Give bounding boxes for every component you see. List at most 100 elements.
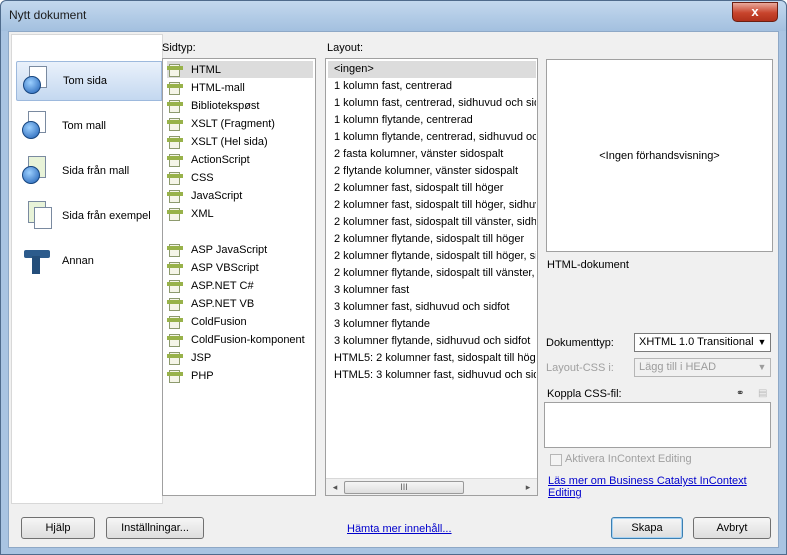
doctype-select[interactable]: XHTML 1.0 Transitional ▼ [634,333,771,352]
document-icon [167,63,183,77]
list-item[interactable]: 2 kolumner fast, sidospalt till höger, s… [328,197,536,214]
learn-more-link-cont[interactable]: Editing [548,487,582,499]
document-icon [167,189,183,203]
attach-css-label: Koppla CSS-fil: [547,388,622,400]
document-icon [167,81,183,95]
document-icon [167,135,183,149]
list-item[interactable]: HTML [167,61,313,78]
document-icon [167,315,183,329]
document-icon [167,297,183,311]
document-icon [167,99,183,113]
list-item[interactable]: HTML-mall [167,79,313,96]
list-item[interactable]: ASP.NET C# [167,277,313,294]
category-blank-template[interactable]: Tom mall [16,106,162,146]
list-item[interactable]: 1 kolumn flytande, centrerad, sidhuvud o… [328,129,536,146]
category-page-from-template[interactable]: Sida från mall [16,151,162,191]
scroll-left-icon[interactable]: ◂ [328,481,342,494]
list-item-label: ColdFusion [191,315,247,328]
layout-css-select[interactable]: Lägg till i HEAD ▼ [634,358,771,377]
preview-panel: <Ingen förhandsvisning> [546,59,773,252]
document-icon [167,351,183,365]
page-type-list[interactable]: HTML HTML-mall Bibliotekspøst XSLT (Frag… [162,58,316,496]
scrollbar-thumb[interactable]: III [344,481,464,494]
list-item[interactable]: ASP VBScript [167,259,313,276]
document-icon [167,171,183,185]
list-item-label: PHP [191,369,214,382]
list-item[interactable]: CSS [167,169,313,186]
list-item[interactable]: ColdFusion [167,313,313,330]
list-item[interactable]: 3 kolumner flytande, sidhuvud och sidfot [328,333,536,350]
document-icon [167,369,183,383]
document-icon [167,333,183,347]
create-button[interactable]: Skapa [611,517,683,539]
document-icon [167,117,183,131]
cancel-button[interactable]: Avbryt [693,517,771,539]
list-item-label: ASP JavaScript [191,243,268,256]
incontext-checkbox[interactable] [550,454,562,466]
list-item-label: XML [191,207,214,220]
list-item-label: CSS [191,171,214,184]
document-icon [167,153,183,167]
list-item[interactable]: 1 kolumn fast, centrerad [328,78,536,95]
document-icon [167,279,183,293]
blank-template-icon [22,111,54,141]
preferences-button[interactable]: Inställningar... [106,517,204,539]
list-item[interactable]: HTML5: 3 kolumner fast, sidhuvud och sid… [328,367,536,384]
get-more-content-link[interactable]: Hämta mer innehåll... [347,523,452,535]
list-item[interactable]: 2 kolumner fast, sidospalt till vänster,… [328,214,536,231]
document-icon [167,207,183,221]
learn-more-link[interactable]: Läs mer om Business Catalyst InContext [548,475,747,487]
chevron-down-icon: ▼ [757,362,767,372]
doctype-label: Dokumenttyp: [546,337,614,349]
attached-css-list[interactable] [544,402,771,448]
document-icon [167,261,183,275]
delete-icon[interactable]: ▤ [758,389,772,399]
layout-css-value: Lägg till i HEAD [639,361,717,373]
list-item[interactable]: XSLT (Fragment) [167,115,313,132]
layout-list[interactable]: <ingen> 1 kolumn fast, centrerad 1 kolum… [325,58,538,496]
list-item[interactable]: ASP.NET VB [167,295,313,312]
list-item-label: HTML [191,63,221,76]
list-item-label: ASP VBScript [191,261,259,274]
list-item-label: HTML-mall [191,81,245,94]
list-item[interactable]: <ingen> [328,61,536,78]
list-item[interactable]: 2 fasta kolumner, vänster sidospalt [328,146,536,163]
category-page-from-sample[interactable]: Sida från exempel [16,196,162,236]
list-item[interactable]: XSLT (Hel sida) [167,133,313,150]
list-item[interactable]: 3 kolumner fast, sidhuvud och sidfot [328,299,536,316]
category-other[interactable]: Annan [16,241,162,281]
link-chain-icon[interactable]: ⚭ [736,389,750,399]
list-item[interactable]: 1 kolumn fast, centrerad, sidhuvud och s… [328,95,536,112]
scroll-right-icon[interactable]: ▸ [521,481,535,494]
list-item[interactable]: PHP [167,367,313,384]
list-item[interactable]: Bibliotekspøst [167,97,313,114]
new-document-dialog: Nytt dokument x Tom sida Tom mall Sida f… [0,0,787,555]
close-button[interactable]: x [732,2,778,22]
list-item[interactable]: 1 kolumn flytande, centrerad [328,112,536,129]
list-item[interactable]: JSP [167,349,313,366]
category-label: Tom sida [63,75,108,87]
category-label: Sida från exempel [62,210,151,222]
list-item[interactable]: 2 kolumner flytande, sidospalt till väns… [328,265,536,282]
list-item[interactable]: 2 kolumner fast, sidospalt till höger [328,180,536,197]
list-item[interactable]: JavaScript [167,187,313,204]
category-blank-page[interactable]: Tom sida [16,61,162,101]
list-item-label: Bibliotekspøst [191,99,260,112]
list-item[interactable]: 3 kolumner fast [328,282,536,299]
list-item[interactable]: 2 kolumner flytande, sidospalt till höge… [328,231,536,248]
list-item[interactable]: 2 kolumner flytande, sidospalt till höge… [328,248,536,265]
list-item[interactable]: ASP JavaScript [167,241,313,258]
layout-horizontal-scrollbar[interactable]: ◂ III ▸ [326,478,537,495]
list-item[interactable]: XML [167,205,313,222]
list-item[interactable]: 2 flytande kolumner, vänster sidospalt [328,163,536,180]
other-icon [22,246,54,276]
blank-page-icon [23,66,55,96]
title-bar[interactable]: Nytt dokument x [1,1,786,31]
list-item[interactable]: ActionScript [167,151,313,168]
list-item[interactable]: ColdFusion-komponent [167,331,313,348]
list-item[interactable]: 3 kolumner flytande [328,316,536,333]
category-list: Tom sida Tom mall Sida från mall Sida fr… [11,34,163,504]
layout-label: Layout: [327,42,364,54]
list-item[interactable]: HTML5: 2 kolumner fast, sidospalt till h… [328,350,536,367]
help-button[interactable]: Hjälp [21,517,95,539]
